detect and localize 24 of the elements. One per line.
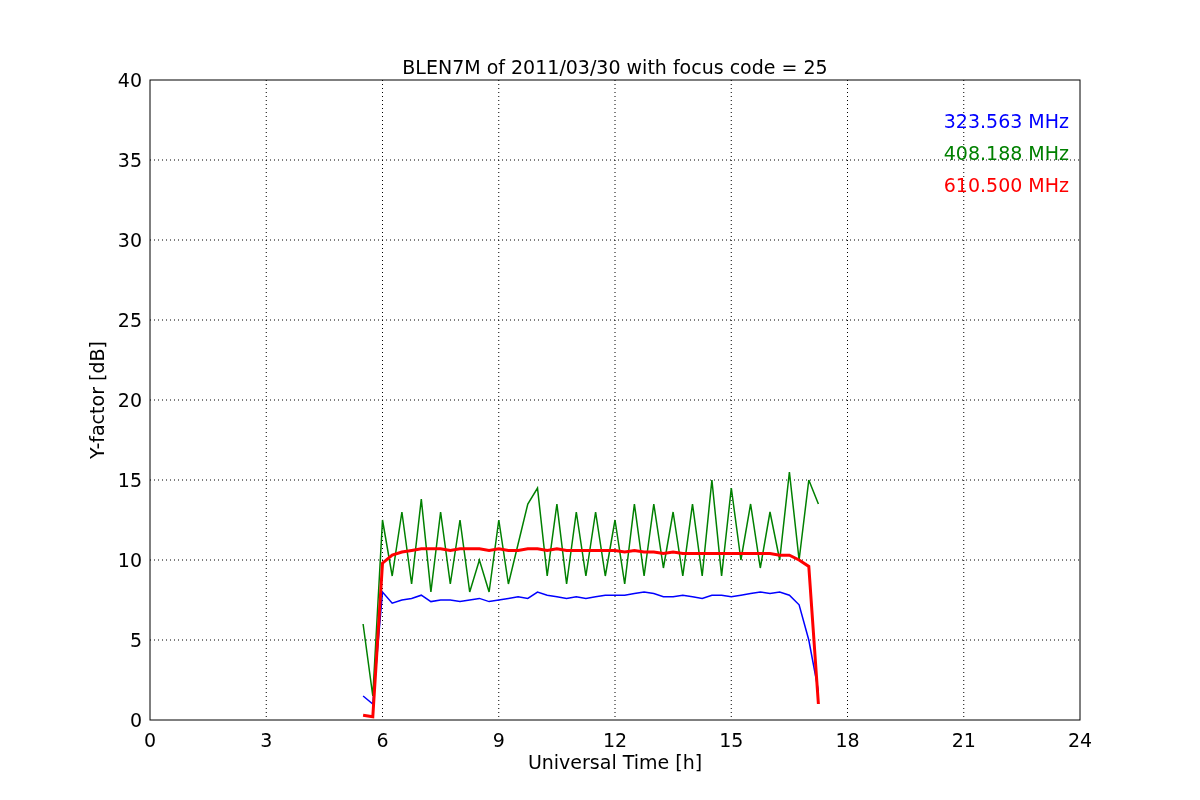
chart-title: BLEN7M of 2011/03/30 with focus code = 25 (402, 56, 828, 78)
y-axis-label: Y-factor [dB] (86, 341, 108, 459)
y-tick-label: 35 (117, 149, 142, 171)
y-tick-label: 20 (117, 389, 142, 411)
x-tick-label: 9 (492, 729, 505, 751)
legend-label: 610.500 MHz (943, 174, 1069, 196)
x-tick-label: 18 (835, 729, 860, 751)
x-tick-label: 3 (260, 729, 273, 751)
legend-label: 408.188 MHz (943, 142, 1069, 164)
y-tick-label: 30 (117, 229, 142, 251)
x-axis-label: Universal Time [h] (527, 751, 703, 773)
y-tick-label: 15 (117, 469, 142, 491)
x-tick-label: 0 (143, 729, 157, 751)
y-tick-label: 5 (129, 629, 142, 651)
y-tick-label: 10 (117, 549, 142, 571)
legend-label: 323.563 MHz (943, 110, 1069, 132)
y-tick-label: 40 (117, 69, 142, 91)
x-tick-label: 6 (376, 729, 389, 751)
x-tick-label: 12 (602, 729, 628, 751)
x-tick-label: 24 (1067, 729, 1093, 751)
y-tick-label: 25 (117, 309, 142, 331)
x-tick-label: 21 (951, 729, 976, 751)
y-tick-label: 0 (129, 709, 142, 731)
x-tick-label: 15 (719, 729, 744, 751)
